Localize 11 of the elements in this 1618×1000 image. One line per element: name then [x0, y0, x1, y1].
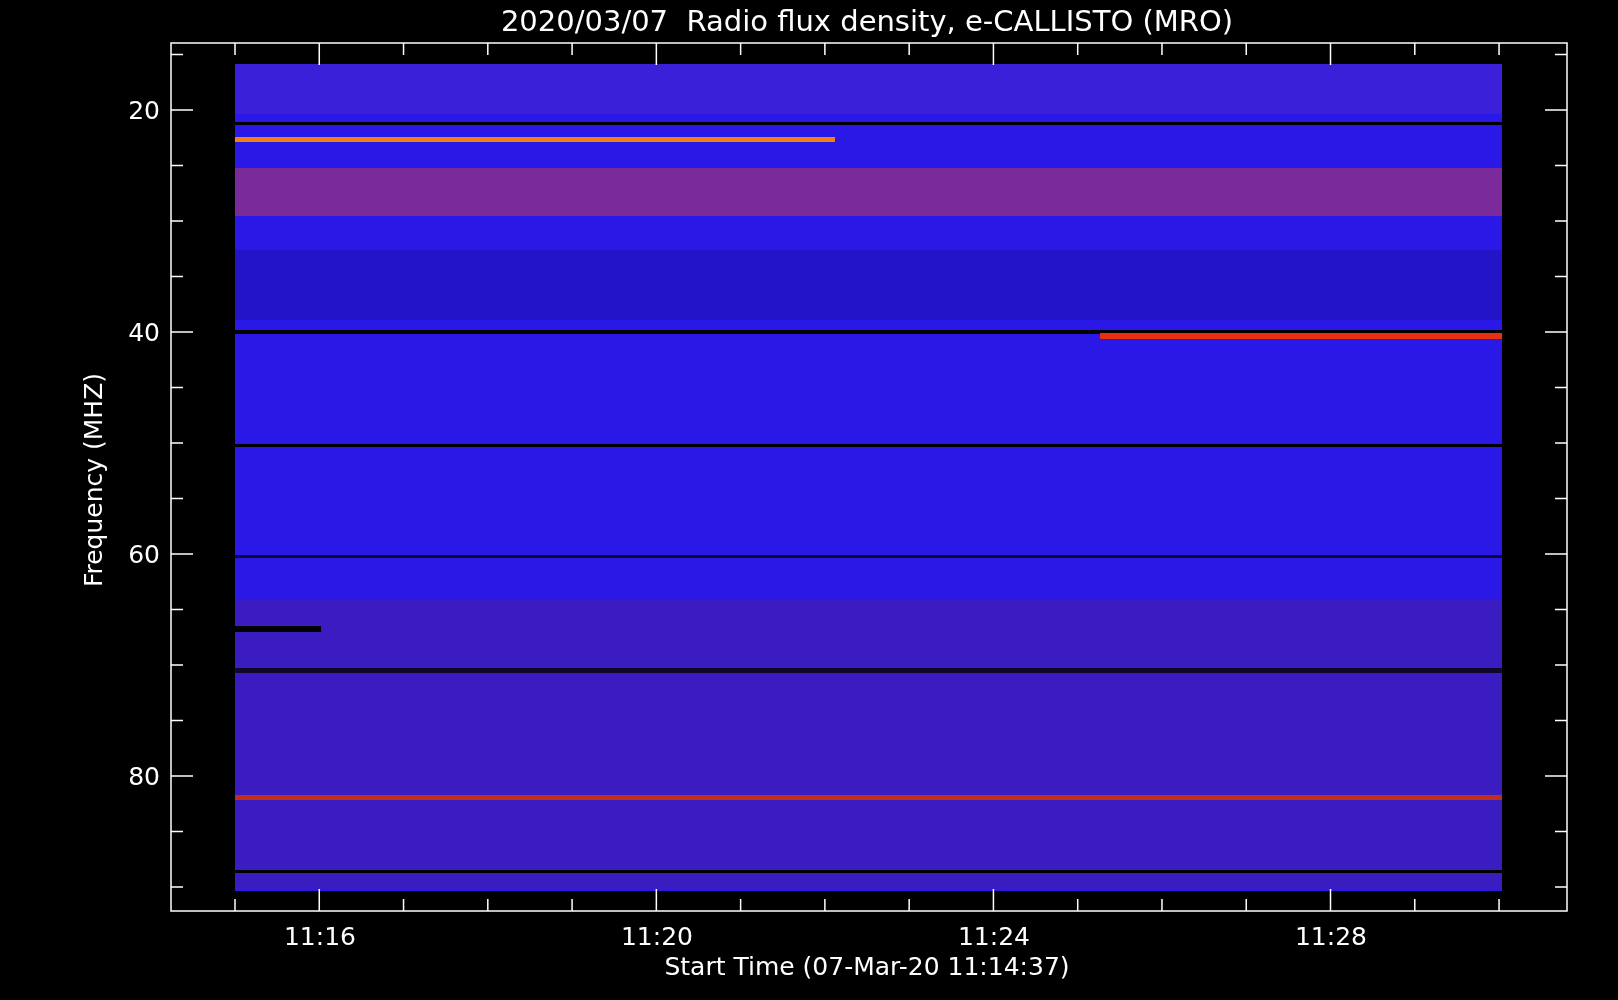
- tick-label: 11:16: [284, 922, 356, 951]
- tick-label: 60: [128, 540, 160, 569]
- tick-label: 20: [128, 96, 160, 125]
- tick-label: 11:28: [1295, 922, 1367, 951]
- tick-label: 11:20: [621, 922, 693, 951]
- tick-label: 40: [128, 318, 160, 347]
- axis-label: Start Time (07-Mar-20 11:14:37): [664, 952, 1070, 981]
- axis-label: Frequency (MHZ): [79, 372, 108, 588]
- tick-label: 11:24: [958, 922, 1030, 951]
- chart-title: 2020/03/07 Radio flux density, e-CALLISTO (MRO): [500, 4, 1234, 38]
- tick-label: 80: [128, 762, 160, 791]
